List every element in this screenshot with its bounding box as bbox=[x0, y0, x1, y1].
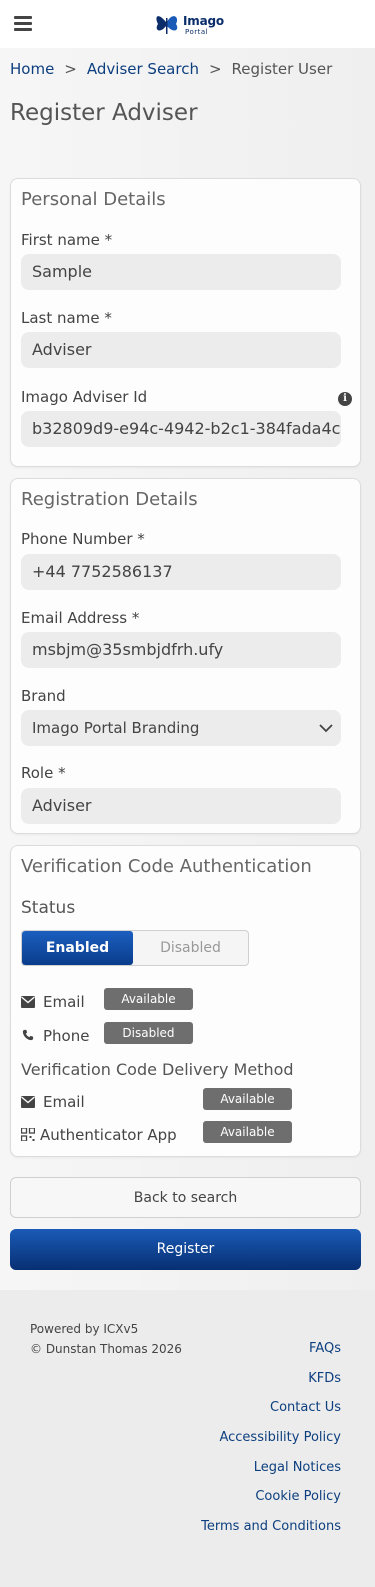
status-enabled-option[interactable]: Enabled bbox=[22, 931, 133, 965]
footer-link-terms-and-conditions[interactable]: Terms and Conditions bbox=[201, 1519, 341, 1534]
personal-details-title: Personal Details bbox=[21, 189, 166, 210]
brand-select-value: Imago Portal Branding bbox=[32, 719, 200, 737]
authenticator-app-badge: Available bbox=[203, 1121, 292, 1143]
registration-details-card: Registration Details Phone Number * +44 … bbox=[10, 478, 361, 834]
adviser-id-label: Imago Adviser Id bbox=[21, 388, 148, 406]
hamburger-menu-icon[interactable] bbox=[14, 16, 32, 32]
last-name-input[interactable]: Adviser bbox=[21, 332, 341, 368]
envelope-icon bbox=[21, 1096, 35, 1108]
status-toggle[interactable]: Enabled Disabled bbox=[21, 930, 249, 966]
phone-method-label: Phone bbox=[43, 1027, 90, 1045]
email-address-input[interactable]: msbjm@35smbjdfrh.ufy bbox=[21, 632, 341, 668]
status-label: Status bbox=[21, 898, 76, 918]
registration-details-title: Registration Details bbox=[21, 489, 198, 510]
phone-number-label: Phone Number * bbox=[21, 530, 145, 548]
imago-portal-logo[interactable]: Imago Portal bbox=[152, 8, 224, 40]
email-method-label: Email bbox=[43, 993, 85, 1011]
adviser-id-input[interactable]: b32809d9-e94c-4942-b2c1-384fada4c68 bbox=[21, 411, 341, 447]
page-title: Register Adviser bbox=[10, 100, 198, 126]
authenticator-app-label: Authenticator App bbox=[40, 1126, 177, 1144]
first-name-label: First name * bbox=[21, 231, 113, 249]
verification-title: Verification Code Authentication bbox=[21, 856, 312, 877]
email-status-badge: Available bbox=[104, 988, 193, 1010]
footer: Powered by ICXv5 © Dunstan Thomas 2026 F… bbox=[0, 1290, 375, 1587]
envelope-icon bbox=[21, 996, 35, 1008]
logo-subtext: Portal bbox=[185, 28, 209, 36]
role-label: Role * bbox=[21, 764, 66, 782]
info-icon[interactable]: i bbox=[338, 392, 352, 406]
footer-link-legal-notices[interactable]: Legal Notices bbox=[254, 1460, 341, 1475]
brand-select[interactable]: Imago Portal Branding bbox=[21, 710, 341, 746]
breadcrumb-separator: > bbox=[208, 60, 222, 78]
top-bar: Imago Portal bbox=[0, 0, 375, 48]
phone-number-input[interactable]: +44 7752586137 bbox=[21, 554, 341, 590]
role-input[interactable]: Adviser bbox=[21, 788, 341, 824]
phone-icon bbox=[22, 1029, 34, 1041]
breadcrumb-adviser-search-link[interactable]: Adviser Search bbox=[87, 60, 199, 78]
copyright-text: © Dunstan Thomas 2026 bbox=[30, 1342, 182, 1356]
breadcrumb: Home > Adviser Search > Register User bbox=[10, 60, 332, 78]
footer-link-contact-us[interactable]: Contact Us bbox=[270, 1400, 341, 1415]
delivery-email-badge: Available bbox=[203, 1088, 292, 1110]
register-button[interactable]: Register bbox=[10, 1229, 361, 1270]
brand-label: Brand bbox=[21, 687, 66, 705]
email-address-label: Email Address * bbox=[21, 609, 140, 627]
footer-link-cookie-policy[interactable]: Cookie Policy bbox=[255, 1489, 341, 1504]
butterfly-icon bbox=[156, 16, 178, 34]
footer-link-faqs[interactable]: FAQs bbox=[309, 1341, 341, 1356]
verification-card: Verification Code Authentication Status … bbox=[10, 845, 361, 1157]
status-disabled-option[interactable]: Disabled bbox=[133, 931, 248, 965]
delivery-method-title: Verification Code Delivery Method bbox=[21, 1060, 294, 1079]
personal-details-card: Personal Details First name * Sample Las… bbox=[10, 178, 361, 467]
first-name-input[interactable]: Sample bbox=[21, 254, 341, 290]
logo-text: Imago bbox=[183, 14, 224, 28]
delivery-email-label: Email bbox=[43, 1093, 85, 1111]
chevron-down-icon bbox=[319, 724, 333, 733]
breadcrumb-home-link[interactable]: Home bbox=[10, 60, 54, 78]
back-to-search-button[interactable]: Back to search bbox=[10, 1177, 361, 1218]
breadcrumb-separator: > bbox=[64, 60, 77, 78]
breadcrumb-current: Register User bbox=[231, 60, 333, 78]
qr-code-icon bbox=[21, 1128, 35, 1141]
footer-link-kfds[interactable]: KFDs bbox=[308, 1371, 341, 1386]
footer-link-accessibility-policy[interactable]: Accessibility Policy bbox=[219, 1430, 341, 1445]
powered-by-text: Powered by ICXv5 bbox=[30, 1322, 139, 1336]
last-name-label: Last name * bbox=[21, 309, 112, 327]
phone-status-badge: Disabled bbox=[104, 1022, 193, 1044]
